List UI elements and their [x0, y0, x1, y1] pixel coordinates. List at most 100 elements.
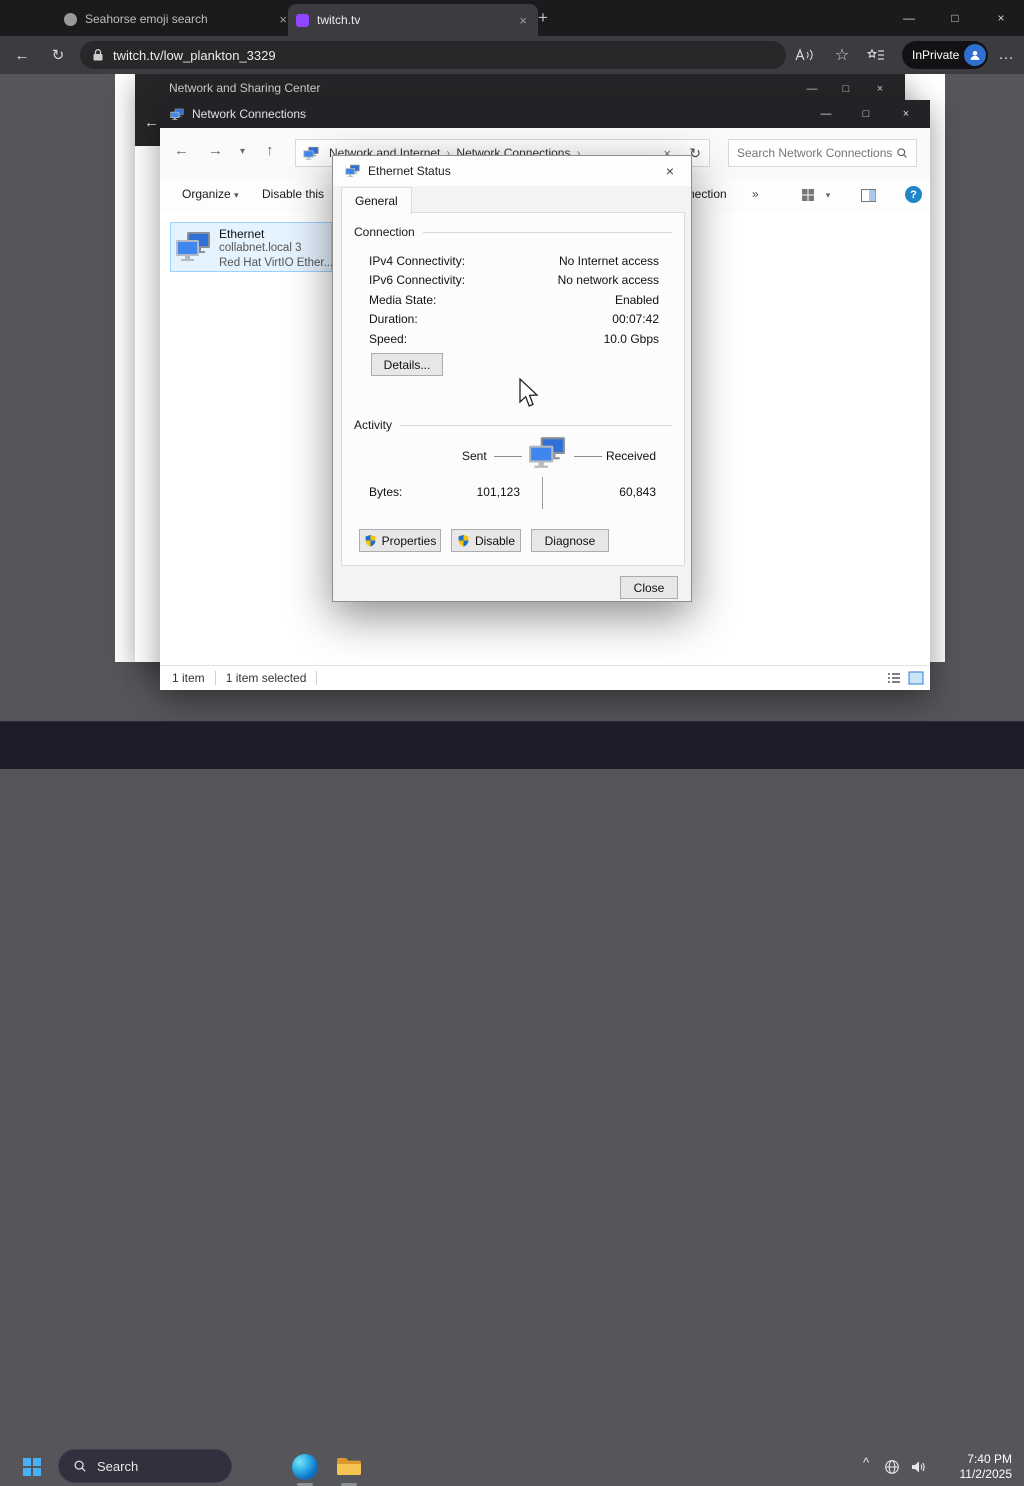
address-bar[interactable]: twitch.tv/low_plankton_3329	[80, 41, 786, 69]
organize-button[interactable]: Organize ▾	[182, 187, 239, 201]
tab2-title: twitch.tv	[317, 13, 361, 27]
tab1-title: Seahorse emoji search	[85, 12, 208, 26]
browser-toolbar: ← ↻ twitch.tv/low_plankton_3329 ☆ InPriv…	[0, 36, 1024, 74]
nc-search-input[interactable]	[729, 146, 896, 160]
tab-general[interactable]: General	[341, 187, 412, 214]
browser-close-button[interactable]: ×	[978, 1, 1024, 35]
nc-address-icon	[303, 146, 319, 161]
tab2-close-icon[interactable]: ×	[516, 13, 530, 28]
nsc-back-icon[interactable]: ←	[144, 114, 159, 131]
nc-window-controls: — □ ×	[806, 103, 926, 125]
uac-shield-icon	[364, 534, 377, 547]
inprivate-badge[interactable]: InPrivate	[902, 41, 988, 69]
sent-label: Sent	[462, 449, 487, 463]
status-separator	[214, 671, 216, 685]
organize-dropdown-icon: ▾	[234, 190, 239, 200]
view-dropdown-icon[interactable]: ▾	[818, 185, 838, 205]
nc-window-icon	[170, 108, 184, 121]
nc-up-icon[interactable]: ↑	[266, 142, 274, 159]
taskbar-edge-icon[interactable]	[287, 1449, 323, 1485]
dialog-title: Ethernet Status	[368, 164, 451, 178]
start-button[interactable]	[14, 1449, 50, 1485]
thumbnail-view-icon[interactable]	[908, 670, 924, 686]
rename-connection-button-clipped[interactable]: nection	[688, 187, 727, 201]
uac-shield-icon2	[457, 534, 470, 547]
taskbar-search-icon	[73, 1459, 87, 1473]
ethernet-status-dialog[interactable]: Ethernet Status × General Connection IPv…	[332, 155, 692, 602]
dialog-title-bar: Ethernet Status ×	[333, 156, 691, 186]
taskbar-explorer-icon[interactable]	[331, 1449, 367, 1485]
nsc-close-button[interactable]: ×	[863, 78, 897, 100]
view-tiles-icon[interactable]	[798, 185, 818, 205]
connection-group-label: Connection	[354, 225, 415, 239]
tab2-favicon	[296, 13, 309, 27]
browser-back-button[interactable]: ←	[8, 41, 36, 69]
tab1-favicon	[64, 12, 77, 26]
tab-seahorse-emoji-search[interactable]: Seahorse emoji search ×	[56, 5, 298, 33]
nsc-minimize-button[interactable]: —	[795, 78, 829, 100]
status-selected-count: 1 item selected	[225, 671, 307, 685]
browser-menu-dots-icon[interactable]: …	[992, 41, 1020, 69]
nc-forward-icon[interactable]: →	[208, 142, 223, 159]
nc-minimize-button[interactable]: —	[806, 103, 846, 125]
tray-volume-icon[interactable]	[910, 1459, 926, 1480]
inprivate-label: InPrivate	[912, 48, 960, 62]
nsc-window-controls: — □ ×	[795, 78, 897, 100]
row-duration: Duration: 00:07:42	[369, 312, 659, 327]
nc-back-icon[interactable]: ←	[174, 142, 189, 159]
status-item-count: 1 item	[172, 671, 205, 685]
details-button[interactable]: Details...	[371, 353, 443, 376]
details-view-icon[interactable]	[886, 670, 902, 686]
item-name: Ethernet	[219, 227, 265, 241]
disable-device-button[interactable]: Disable this	[262, 187, 324, 201]
taskbar-search-label: Search	[97, 1458, 139, 1474]
item-device-name: Red Hat VirtIO Ether...	[219, 257, 334, 269]
received-label: Received	[605, 449, 656, 463]
row-speed: Speed: 10.0 Gbps	[369, 331, 659, 346]
close-button[interactable]: Close	[620, 576, 678, 599]
tab-twitch[interactable]: twitch.tv ×	[288, 4, 538, 36]
nc-maximize-button[interactable]: □	[846, 103, 886, 125]
nc-recent-dropdown-icon[interactable]: ▾	[240, 146, 245, 157]
tray-network-globe-icon[interactable]	[884, 1459, 900, 1480]
received-connector	[574, 456, 602, 457]
activity-group-header: Activity	[354, 418, 672, 432]
add-favorite-star-icon[interactable]: ☆	[828, 41, 856, 69]
bytes-received-value: 60,843	[619, 485, 656, 499]
dialog-ethernet-icon	[345, 164, 360, 178]
taskbar-clock[interactable]: 7:40 PM 11/2/2025	[960, 1449, 1013, 1485]
diagnose-button[interactable]: Diagnose	[531, 529, 609, 552]
command-overflow-icon[interactable]: »	[752, 187, 759, 201]
nc-window-title: Network Connections	[192, 107, 307, 121]
row-media-state: Media State: Enabled	[369, 292, 659, 307]
nsc-maximize-button[interactable]: □	[829, 78, 863, 100]
new-tab-button[interactable]: +	[531, 6, 555, 30]
disable-button[interactable]: Disable	[451, 529, 521, 552]
preview-pane-icon[interactable]	[858, 185, 878, 205]
status-separator2	[316, 671, 318, 685]
nsc-window-title: Network and Sharing Center	[169, 81, 321, 95]
browser-restore-button[interactable]: □	[932, 1, 978, 35]
site-info-lock-icon[interactable]	[92, 48, 104, 62]
browser-refresh-button[interactable]: ↻	[44, 41, 72, 69]
browser-minimize-button[interactable]: —	[886, 1, 932, 35]
taskbar-search[interactable]: Search	[58, 1449, 232, 1483]
nc-search-box[interactable]	[728, 139, 917, 167]
sent-connector	[494, 456, 522, 457]
profile-avatar[interactable]	[964, 44, 986, 66]
help-icon[interactable]: ?	[905, 186, 922, 203]
dialog-close-icon[interactable]: ×	[649, 157, 691, 186]
tray-chevron-icon[interactable]: ^	[856, 1455, 876, 1477]
item-network-name: collabnet.local 3	[219, 242, 302, 254]
search-icon[interactable]	[896, 146, 908, 160]
favorites-bar-icon[interactable]	[862, 41, 890, 69]
nc-status-bar: 1 item 1 item selected	[160, 665, 930, 690]
nc-close-button[interactable]: ×	[886, 103, 926, 125]
list-item-ethernet[interactable]: Ethernet collabnet.local 3 Red Hat VirtI…	[170, 222, 334, 272]
browser-tab-bar: Seahorse emoji search × twitch.tv × + — …	[0, 0, 1024, 36]
bytes-divider	[542, 477, 543, 509]
properties-button[interactable]: Properties	[359, 529, 441, 552]
connection-rows: IPv4 Connectivity: No Internet access IPv…	[369, 251, 659, 349]
windows-logo-icon	[23, 1458, 41, 1476]
read-aloud-icon[interactable]	[790, 41, 818, 69]
